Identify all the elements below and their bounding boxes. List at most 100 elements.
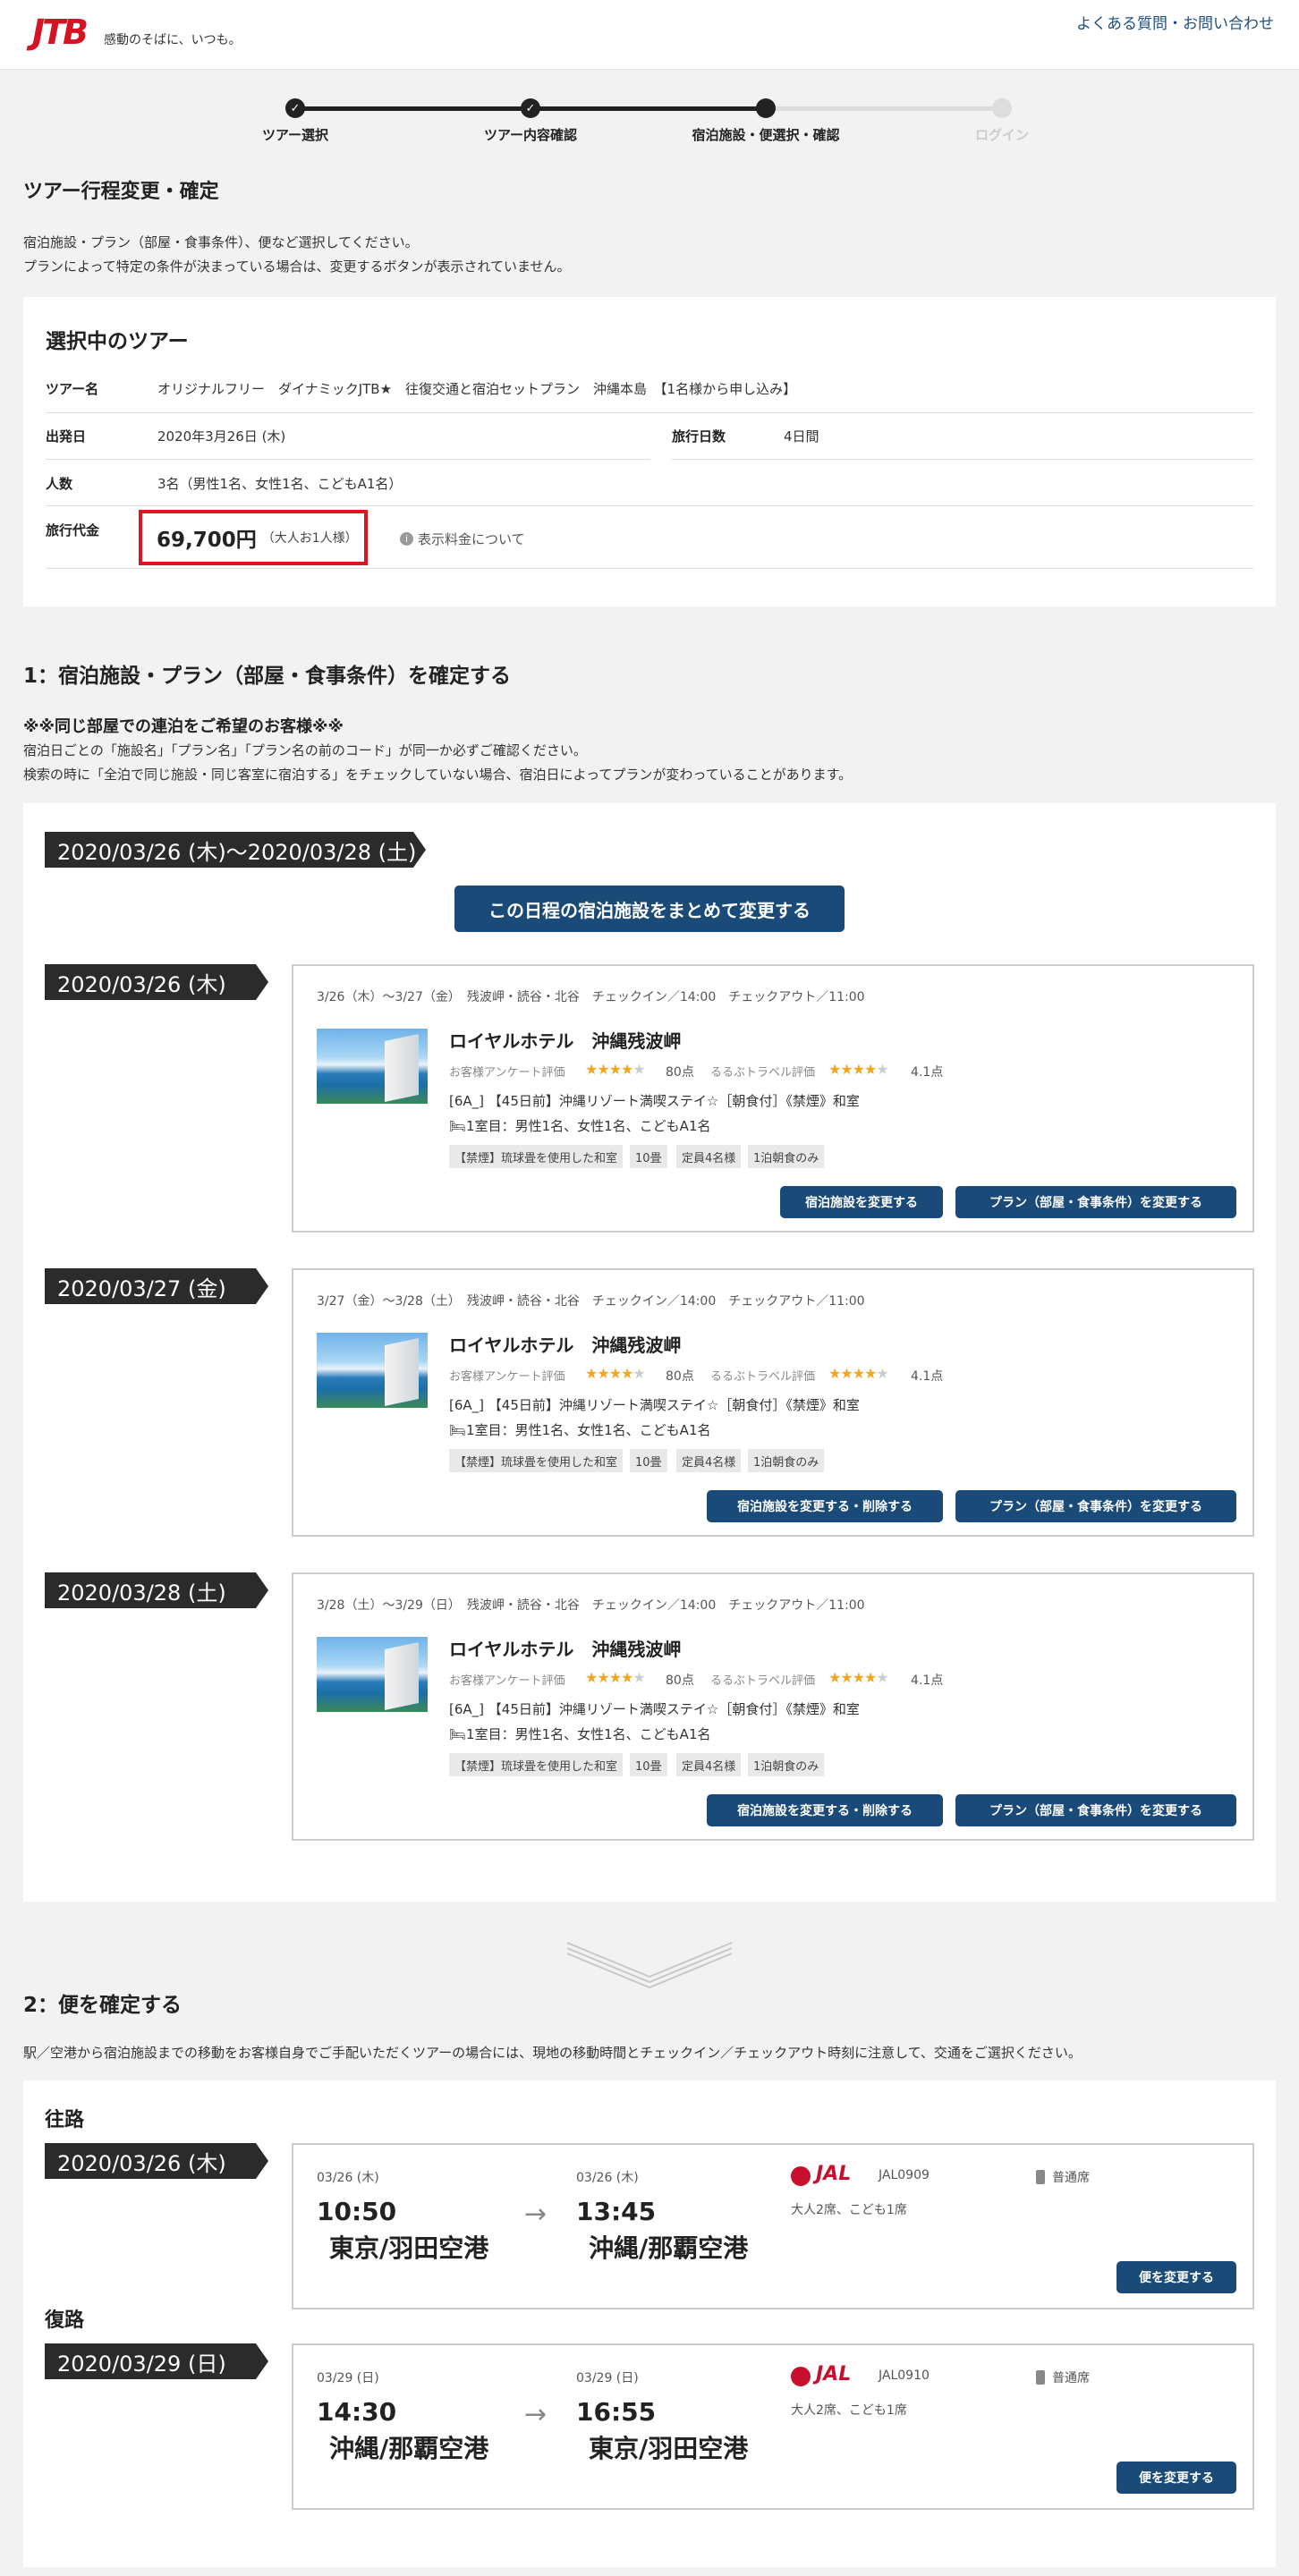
notice-text: 検索の時に「全泊で同じ施設・同じ客室に宿泊する」をチェックしていない場合、宿泊日… [23, 767, 853, 783]
survey-label: お客様アンケート評価 [449, 1370, 565, 1384]
step-label: ログイン [974, 127, 1030, 143]
departure-airport: 東京/羽田空港 [329, 2233, 489, 2263]
stay-info: 3/26（木）〜3/27（金） 残波岬・読谷・北谷 チェックイン／14:00 チ… [317, 990, 865, 1004]
hotel-name[interactable]: ロイヤルホテル 沖縄残波岬 [449, 1027, 681, 1053]
rurubu-label: るるぶトラベル評価 [710, 1066, 816, 1080]
seat-icon [1036, 2370, 1045, 2385]
room-occupants: 🛏1室目：男性1名、女性1名、こどもA1名 [449, 1118, 711, 1134]
price-info-link[interactable]: i 表示料金について [400, 530, 525, 548]
departure-date: 03/29 (日) [317, 2371, 379, 2385]
airline-logo: JAL [816, 2163, 852, 2185]
change-flight-button[interactable]: 便を変更する [1116, 2462, 1236, 2494]
seat-class: 普通席 [1052, 2171, 1090, 2185]
arrival-time: 13:45 [576, 2197, 657, 2226]
room-tag: 1泊朝食のみ [748, 1145, 825, 1168]
flight-panel: 往路 2020/03/26 (木) 03/26 (木) 10:50 東京/羽田空… [23, 2080, 1276, 2567]
night-date-tag: 2020/03/27 (金) [45, 1268, 268, 1304]
stay-info: 3/28（土）〜3/29（日） 残波岬・読谷・北谷 チェックイン／14:00 チ… [317, 1598, 865, 1613]
change-plan-button[interactable]: プラン（部屋・食事条件）を変更する [955, 1490, 1236, 1522]
room-tag: 10畳 [630, 1145, 667, 1168]
bulk-change-hotel-button[interactable]: この日程の宿泊施設をまとめて変更する [454, 886, 845, 932]
progress-line-todo [766, 106, 1002, 111]
intro-text: プランによって特定の条件が決まっている場合は、変更するボタンが表示されていません… [23, 258, 571, 275]
flight-date-tag: 2020/03/26 (木) [45, 2143, 268, 2179]
hotel-name[interactable]: ロイヤルホテル 沖縄残波岬 [449, 1635, 681, 1661]
people-count: 3名（男性1名、女性1名、こどもA1名） [157, 476, 403, 492]
days-row: 旅行日数 4日間 [672, 413, 1253, 460]
room-tag: 定員4名様 [676, 1449, 742, 1472]
flight-number: JAL0910 [879, 2368, 930, 2383]
hotel-photo [317, 1637, 428, 1712]
jal-crane-icon [791, 2166, 811, 2186]
tour-panel-heading: 選択中のツアー [46, 330, 189, 353]
rurubu-score: 4.1点 [911, 1065, 944, 1080]
intro-text: 宿泊施設・プラン（部屋・食事条件）、便など選択してください。 [23, 234, 419, 250]
rurubu-label: るるぶトラベル評価 [710, 1370, 816, 1384]
survey-label: お客様アンケート評価 [449, 1674, 565, 1688]
rurubu-score: 4.1点 [911, 1674, 944, 1688]
rurubu-label: るるぶトラベル評価 [710, 1674, 816, 1688]
step-done-check-icon: ✓ [285, 98, 305, 118]
price-highlight-box: 69,700円 （大人お1人様） [139, 510, 368, 565]
step-label: ツアー内容確認 [483, 127, 578, 143]
row-label: 出発日 [46, 428, 87, 445]
change-delete-hotel-button[interactable]: 宿泊施設を変更する・削除する [707, 1794, 943, 1826]
header-tagline: 感動のそばに、いつも。 [104, 33, 242, 47]
arrival-time: 16:55 [576, 2397, 657, 2427]
room-tag: 1泊朝食のみ [748, 1753, 825, 1776]
row-label: 旅行代金 [46, 522, 100, 538]
departure-time: 14:30 [317, 2397, 397, 2427]
change-flight-button[interactable]: 便を変更する [1116, 2261, 1236, 2293]
plan-name: [6A_] 【45日前】沖縄リゾート満喫ステイ☆［朝食付］《禁煙》和室 [449, 1397, 860, 1413]
seat-count: 大人2席、こども1席 [791, 2203, 907, 2217]
hotel-photo [317, 1029, 428, 1104]
flight-card: 03/29 (日) 14:30 沖縄/那覇空港 → 03/29 (日) 16:5… [292, 2343, 1254, 2510]
progress-steps: ✓ ✓ ツアー選択 ツアー内容確認 宿泊施設・便選択・確認 ログイン [179, 89, 1074, 152]
section-divider-chevron-icon [566, 1942, 733, 1989]
survey-label: お客様アンケート評価 [449, 1066, 565, 1080]
hotel-section-title: 1：宿泊施設・プラン（部屋・食事条件）を確定する [23, 665, 512, 688]
arrival-date: 03/29 (日) [576, 2371, 639, 2385]
price-note: （大人お1人様） [261, 531, 358, 546]
leg-label: 復路 [45, 2309, 85, 2332]
jal-crane-icon [791, 2367, 811, 2386]
seat-icon [1036, 2170, 1045, 2184]
night-date-tag: 2020/03/28 (土) [45, 1572, 268, 1608]
room-tag: 10畳 [630, 1753, 667, 1776]
arrival-date: 03/26 (木) [576, 2171, 639, 2185]
flight-note: 駅／空港から宿泊施設までの移動をお客様自身でご手配いただくツアーの場合には、現地… [23, 2045, 1082, 2061]
change-plan-button[interactable]: プラン（部屋・食事条件）を変更する [955, 1186, 1236, 1218]
survey-score: 80点 [666, 1065, 694, 1080]
bed-icon: 🛏 [449, 1118, 467, 1134]
survey-star-icons: ★★★★★ [585, 1365, 646, 1382]
flight-date-tag: 2020/03/29 (日) [45, 2343, 268, 2379]
departure-time: 10:50 [317, 2197, 397, 2226]
hotel-card: 3/28（土）〜3/29（日） 残波岬・読谷・北谷 チェックイン／14:00 チ… [292, 1572, 1254, 1841]
hotel-photo [317, 1333, 428, 1408]
row-label: 人数 [46, 476, 73, 492]
bed-icon: 🛏 [449, 1726, 467, 1742]
departure-airport: 沖縄/那覇空港 [329, 2434, 489, 2463]
row-label: 旅行日数 [672, 428, 726, 445]
rurubu-star-icons: ★★★★★ [828, 1669, 889, 1686]
night-date-tag: 2020/03/26 (木) [45, 964, 268, 1000]
change-hotel-button[interactable]: 宿泊施設を変更する [780, 1186, 943, 1218]
leg-label: 往路 [45, 2109, 85, 2131]
room-tag: 1泊朝食のみ [748, 1449, 825, 1472]
hotel-name[interactable]: ロイヤルホテル 沖縄残波岬 [449, 1331, 681, 1357]
room-tag: 10畳 [630, 1449, 667, 1472]
change-delete-hotel-button[interactable]: 宿泊施設を変更する・削除する [707, 1490, 943, 1522]
site-header: JTB 感動のそばに、いつも。 よくある質問・お問い合わせ [0, 0, 1299, 70]
seat-class: 普通席 [1052, 2371, 1090, 2385]
plan-name: [6A_] 【45日前】沖縄リゾート満喫ステイ☆［朝食付］《禁煙》和室 [449, 1701, 860, 1717]
trip-days: 4日間 [784, 428, 819, 445]
tour-name: オリジナルフリー ダイナミックJTB★ 往復交通と宿泊セットプラン 沖縄本島 【… [157, 381, 797, 397]
departure-row: 出発日 2020年3月26日 (木) [46, 413, 650, 460]
page-title: ツアー行程変更・確定 [23, 181, 219, 203]
faq-contact-link[interactable]: よくある質問・お問い合わせ [1076, 11, 1274, 33]
jtb-logo[interactable]: JTB [21, 13, 97, 52]
selected-tour-panel: 選択中のツアー ツアー名 オリジナルフリー ダイナミックJTB★ 往復交通と宿泊… [23, 297, 1276, 606]
change-plan-button[interactable]: プラン（部屋・食事条件）を変更する [955, 1794, 1236, 1826]
survey-star-icons: ★★★★★ [585, 1061, 646, 1078]
room-tag: 定員4名様 [676, 1753, 742, 1776]
